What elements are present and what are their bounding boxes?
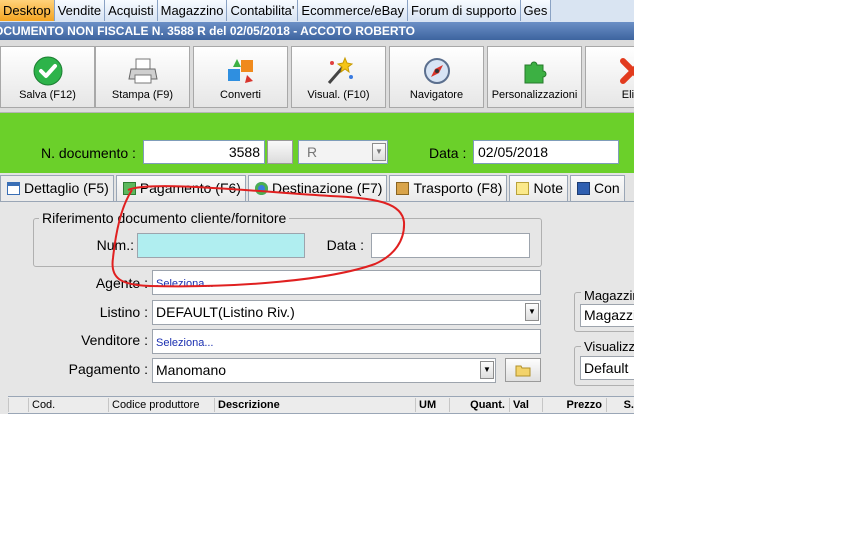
red-annotation-outline xyxy=(111,185,406,288)
app-window: Desktop Vendite Acquisti Magazzino Conta… xyxy=(0,0,634,414)
